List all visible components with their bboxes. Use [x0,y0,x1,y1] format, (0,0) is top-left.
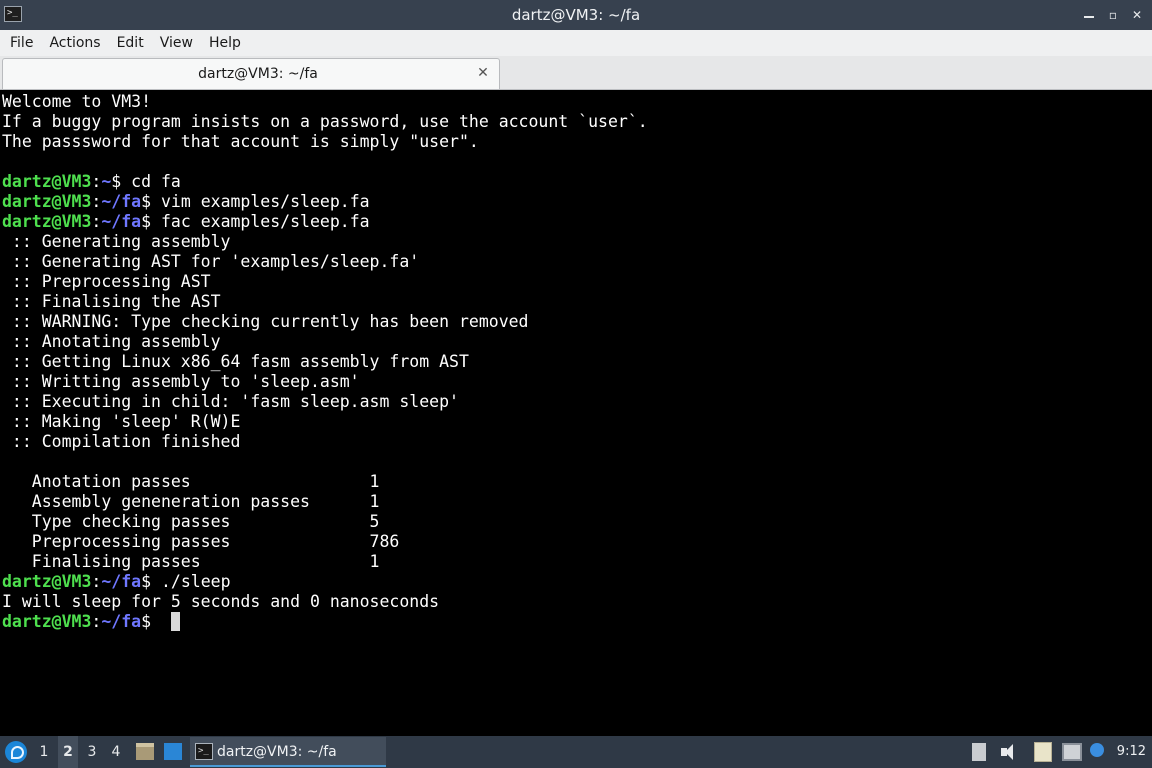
window-controls: ▫ ✕ [1082,0,1144,30]
terminal-prompt-line: dartz@VM3:~/fa$ ./sleep [2,572,1152,592]
prompt-symbol: $ [141,572,152,591]
document-icon[interactable] [972,743,986,761]
clipboard-icon[interactable] [1034,742,1052,762]
prompt-separator: : [91,192,102,211]
prompt-user: dartz@VM3 [2,172,92,191]
prompt-command: cd fa [121,172,181,191]
terminal-output-line: :: Executing in child: 'fasm sleep.asm s… [2,392,459,411]
tab-bar: dartz@VM3: ~/fa ✕ [0,56,1152,90]
workspace-2[interactable]: 2 [58,736,78,768]
minimize-icon[interactable] [1082,8,1096,22]
prompt-command: fac examples/sleep.fa [151,212,370,231]
window-title: dartz@VM3: ~/fa [511,6,641,24]
menu-help[interactable]: Help [201,30,249,56]
prompt-user: dartz@VM3 [2,212,92,231]
update-icon[interactable] [1090,743,1104,757]
workspace-1[interactable]: 1 [34,736,54,768]
restore-icon[interactable]: ▫ [1106,8,1120,22]
terminal-tab[interactable]: dartz@VM3: ~/fa ✕ [2,58,500,89]
close-icon[interactable]: ✕ [1130,8,1144,22]
lxqt-menu-icon[interactable] [5,741,27,763]
file-manager-icon[interactable] [136,743,154,760]
workspace-3[interactable]: 3 [82,736,102,768]
terminal-prompt-line: dartz@VM3:~/fa$ vim examples/sleep.fa [2,192,1152,212]
prompt-separator: : [91,572,102,591]
prompt-command: ./sleep [151,572,231,591]
tab-label: dartz@VM3: ~/fa [198,66,318,82]
prompt-separator: : [91,212,102,231]
terminal-output-line: The passsword for that account is simply… [2,132,479,151]
prompt-command: vim examples/sleep.fa [151,192,370,211]
prompt-symbol: $ [141,212,152,231]
prompt-user: dartz@VM3 [2,572,92,591]
prompt-user: dartz@VM3 [2,612,92,631]
terminal-output-line: :: Compilation finished [2,432,241,451]
terminal-prompt-line: dartz@VM3:~/fa$ [2,612,1152,632]
prompt-separator: : [91,612,102,631]
prompt-symbol: $ [141,612,152,631]
prompt-path: ~/fa [101,212,142,231]
terminal-output-line: :: Generating AST for 'examples/sleep.fa… [2,252,420,271]
terminal-output-line: :: Preprocessing AST [2,272,211,291]
prompt-path: ~/fa [101,192,142,211]
terminal-output-line: Welcome to VM3! [2,92,152,111]
menu-file[interactable]: File [2,30,41,56]
prompt-path: ~/fa [101,572,142,591]
volume-icon[interactable] [999,742,1019,762]
terminal-icon: >_ [195,743,213,760]
prompt-path: ~/fa [101,612,142,631]
terminal-output[interactable]: Welcome to VM3! If a buggy program insist… [0,91,1152,736]
menu-view[interactable]: View [152,30,201,56]
terminal-output-line: Finalising passes 1 [2,552,380,571]
terminal-output-line: Type checking passes 5 [2,512,380,531]
prompt-separator: : [91,172,102,191]
prompt-path: ~ [101,172,112,191]
taskbar: 1 2 3 4 >_ dartz@VM3: ~/fa 9:12 [0,736,1152,768]
menubar: File Actions Edit View Help [0,30,1152,56]
terminal-output-line: Preprocessing passes 786 [2,532,400,551]
menu-edit[interactable]: Edit [109,30,152,56]
terminal-output-line: :: Anotating assembly [2,332,221,351]
terminal-output-line: :: Generating assembly [2,232,231,251]
terminal-output-line: Anotation passes 1 [2,472,380,491]
show-desktop-icon[interactable] [164,743,182,760]
terminal-output-line: :: Finalising the AST [2,292,221,311]
terminal-output-line: Assembly geneneration passes 1 [2,492,380,511]
close-icon[interactable]: ✕ [475,65,491,81]
terminal-output-line: :: Making 'sleep' R(W)E [2,412,241,431]
terminal-output-line: If a buggy program insists on a password… [2,112,648,131]
terminal-output-line: :: WARNING: Type checking currently has … [2,312,529,331]
task-label: dartz@VM3: ~/fa [217,744,337,760]
terminal-output-line: :: Getting Linux x86_64 fasm assembly fr… [2,352,469,371]
taskbar-task-terminal[interactable]: >_ dartz@VM3: ~/fa [190,737,386,767]
prompt-symbol: $ [111,172,122,191]
window-titlebar[interactable]: >_ dartz@VM3: ~/fa ▫ ✕ [0,0,1152,30]
prompt-command [151,612,161,631]
workspace-4[interactable]: 4 [106,736,126,768]
clock[interactable]: 9:12 [1117,736,1146,768]
terminal-cursor [170,612,180,631]
prompt-user: dartz@VM3 [2,192,92,211]
terminal-prompt-line: dartz@VM3:~/fa$ fac examples/sleep.fa [2,212,1152,232]
network-icon[interactable] [1062,743,1082,761]
terminal-output-line: I will sleep for 5 seconds and 0 nanosec… [2,592,440,611]
terminal-prompt-line: dartz@VM3:~$ cd fa [2,172,1152,192]
prompt-symbol: $ [141,192,152,211]
menu-actions[interactable]: Actions [41,30,108,56]
terminal-output-line: :: Writting assembly to 'sleep.asm' [2,372,360,391]
